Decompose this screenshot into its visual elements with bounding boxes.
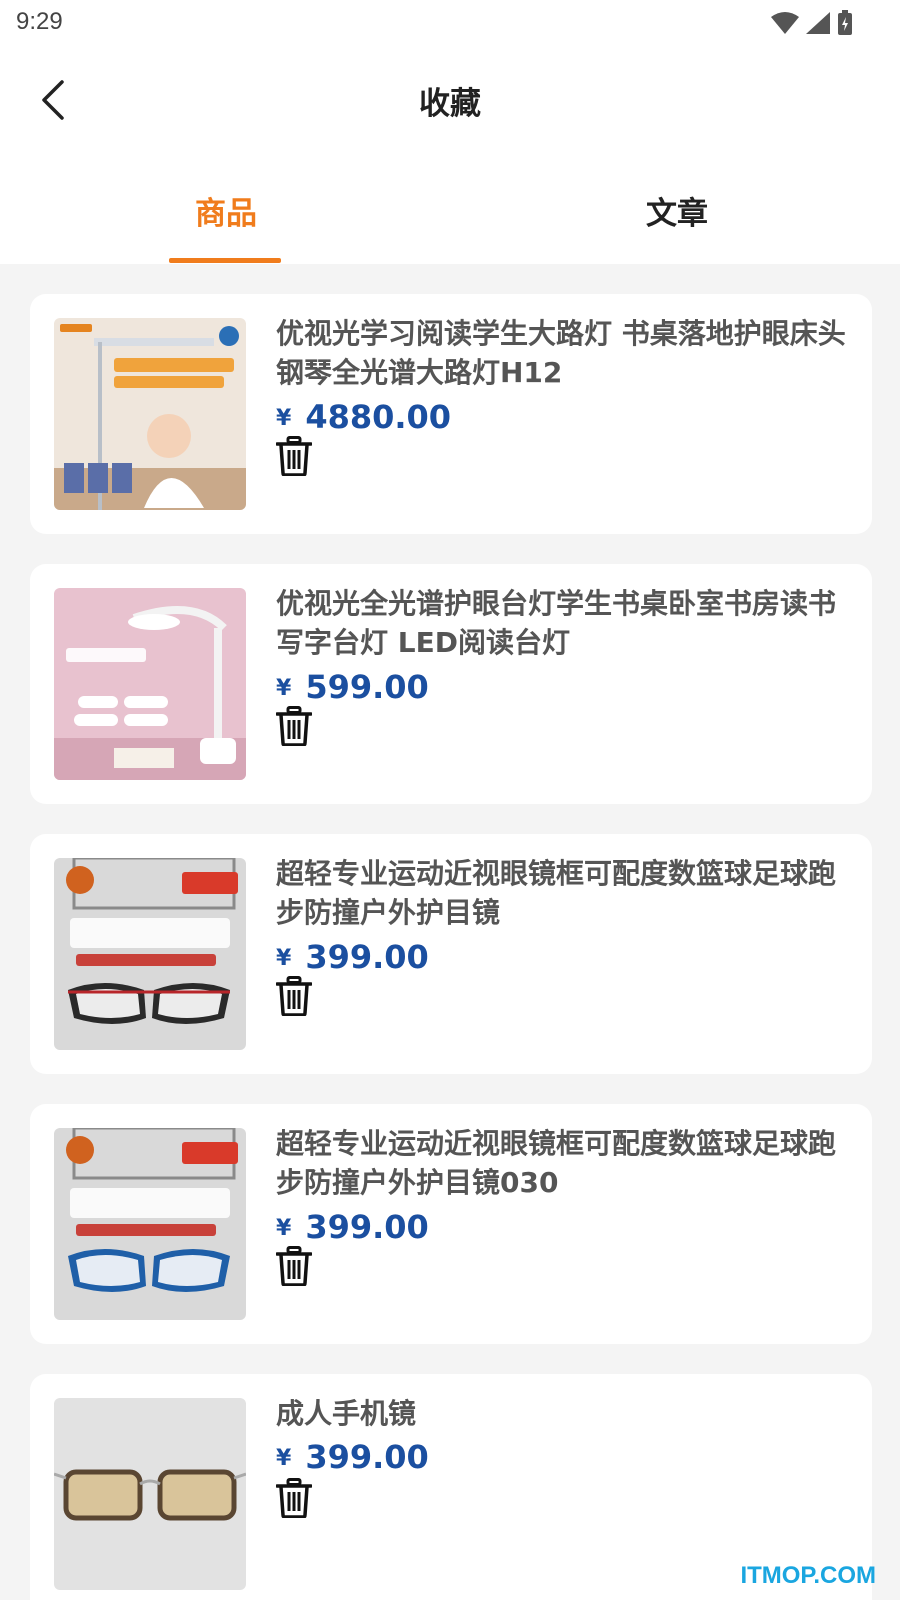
wifi-icon xyxy=(771,12,799,34)
product-card[interactable]: 优视光学习阅读学生大路灯 书桌落地护眼床头钢琴全光谱大路灯H12 ¥4880.0… xyxy=(30,294,872,534)
delete-button[interactable] xyxy=(275,706,313,747)
status-time: 9:29 xyxy=(16,8,63,35)
status-bar: 9:29 xyxy=(0,0,900,48)
product-card[interactable]: 超轻专业运动近视眼镜框可配度数篮球足球跑步防撞户外护目镜 ¥399.00 xyxy=(30,834,872,1074)
product-title[interactable]: 超轻专业运动近视眼镜框可配度数篮球足球跑步防撞户外护目镜 xyxy=(276,854,846,932)
product-title[interactable]: 优视光学习阅读学生大路灯 书桌落地护眼床头钢琴全光谱大路灯H12 xyxy=(276,314,846,392)
product-title[interactable]: 成人手机镜 xyxy=(276,1394,846,1433)
product-image-floor-lamp[interactable] xyxy=(54,318,246,510)
product-price: ¥399.00 xyxy=(276,1438,429,1476)
header-bar: 收藏 xyxy=(0,48,900,152)
product-price: ¥599.00 xyxy=(276,668,429,706)
product-title[interactable]: 超轻专业运动近视眼镜框可配度数篮球足球跑步防撞户外护目镜030 xyxy=(276,1124,846,1202)
currency-symbol: ¥ xyxy=(276,676,292,701)
trash-icon xyxy=(275,1246,313,1287)
product-price: ¥399.00 xyxy=(276,938,429,976)
trash-icon xyxy=(275,706,313,747)
price-value: 4880.00 xyxy=(305,398,452,436)
currency-symbol: ¥ xyxy=(276,406,292,431)
battery-icon xyxy=(838,10,852,35)
tab-bar: 商品 文章 xyxy=(0,152,900,264)
delete-button[interactable] xyxy=(275,976,313,1017)
product-price: ¥4880.00 xyxy=(276,398,451,436)
currency-symbol: ¥ xyxy=(276,946,292,971)
tab-products[interactable]: 商品 xyxy=(146,188,306,233)
price-value: 399.00 xyxy=(305,1208,429,1246)
price-value: 599.00 xyxy=(305,668,429,706)
tab-articles[interactable]: 文章 xyxy=(597,188,757,233)
watermark: ITMOP.COM xyxy=(740,1562,876,1589)
product-card[interactable]: 优视光全光谱护眼台灯学生书桌卧室书房读书写字台灯 LED阅读台灯 ¥599.00 xyxy=(30,564,872,804)
product-image-sports-goggles-blue[interactable] xyxy=(54,1128,246,1320)
signal-icon xyxy=(806,12,830,34)
delete-button[interactable] xyxy=(275,1478,313,1519)
product-image-sports-goggles-red[interactable] xyxy=(54,858,246,1050)
product-price: ¥399.00 xyxy=(276,1208,429,1246)
product-card[interactable]: 超轻专业运动近视眼镜框可配度数篮球足球跑步防撞户外护目镜030 ¥399.00 xyxy=(30,1104,872,1344)
product-image-tinted-glasses[interactable] xyxy=(54,1398,246,1590)
delete-button[interactable] xyxy=(275,436,313,477)
price-value: 399.00 xyxy=(305,1438,429,1476)
currency-symbol: ¥ xyxy=(276,1216,292,1241)
trash-icon xyxy=(275,1478,313,1519)
trash-icon xyxy=(275,976,313,1017)
currency-symbol: ¥ xyxy=(276,1446,292,1471)
page-title: 收藏 xyxy=(419,86,481,122)
product-image-desk-lamp[interactable] xyxy=(54,588,246,780)
delete-button[interactable] xyxy=(275,1246,313,1287)
status-icons xyxy=(770,10,854,36)
price-value: 399.00 xyxy=(305,938,429,976)
product-title[interactable]: 优视光全光谱护眼台灯学生书桌卧室书房读书写字台灯 LED阅读台灯 xyxy=(276,584,846,662)
active-tab-indicator xyxy=(169,258,281,263)
trash-icon xyxy=(275,436,313,477)
